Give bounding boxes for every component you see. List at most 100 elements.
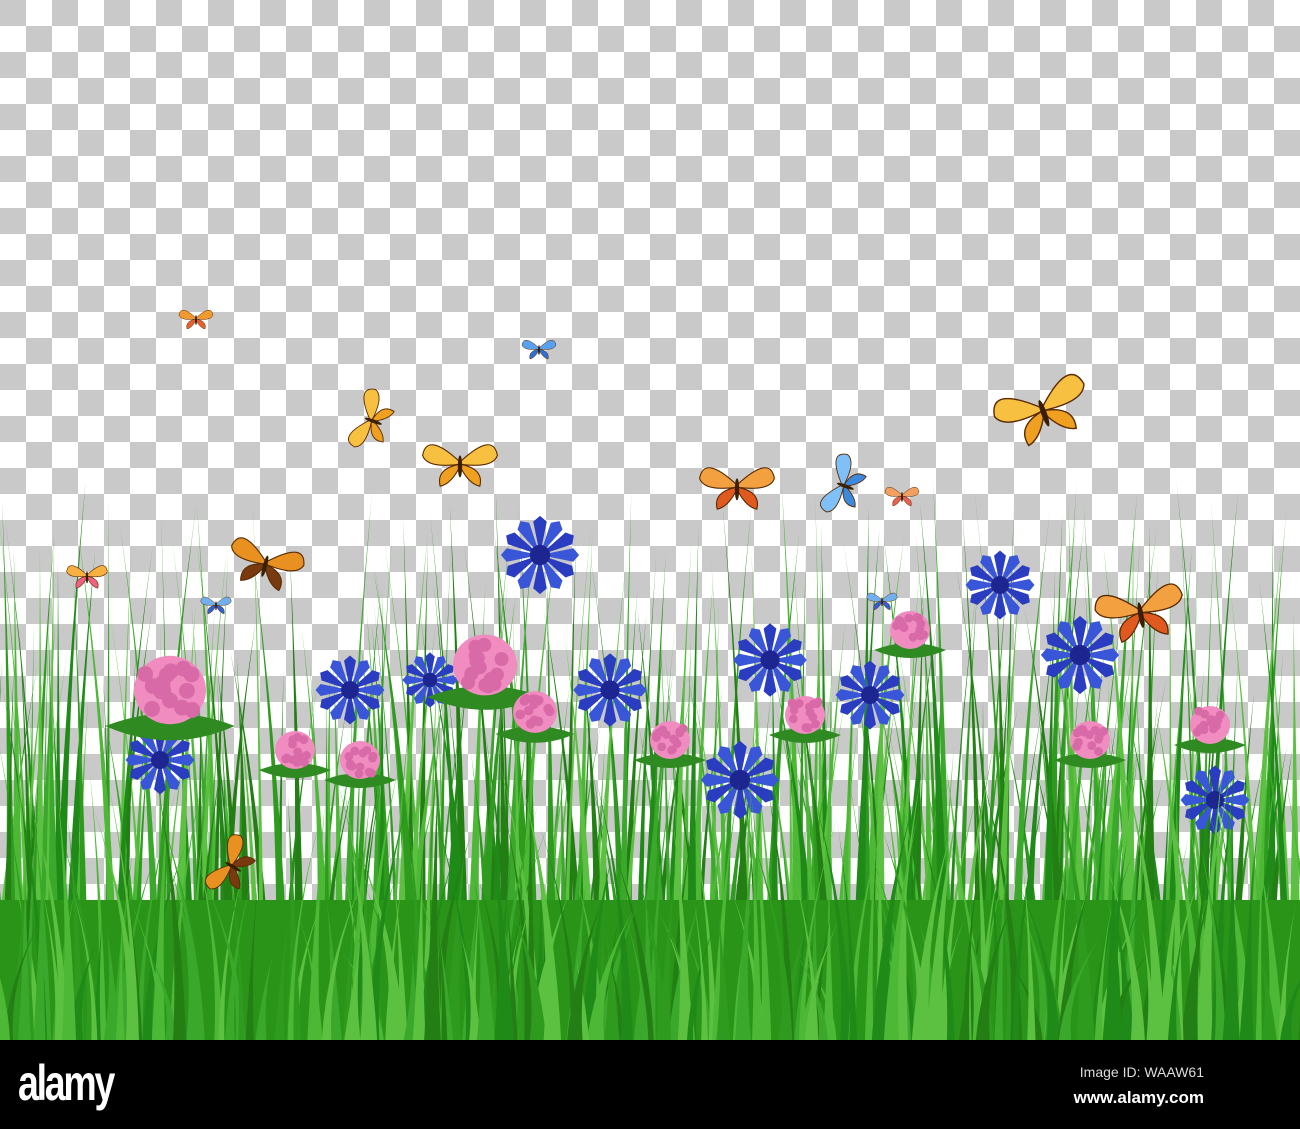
butterfly-wing	[459, 463, 482, 487]
clover-floret	[892, 621, 901, 631]
clover	[769, 696, 841, 743]
clover-floret	[669, 734, 678, 744]
butterfly-wing	[538, 348, 549, 360]
butterfly-wing	[215, 596, 232, 606]
cornflower	[733, 623, 807, 697]
clover-floret	[788, 714, 798, 724]
butterfly	[200, 596, 232, 615]
clover-floret	[543, 703, 554, 714]
clover-floret	[288, 735, 298, 745]
cornflower	[835, 660, 905, 730]
butterfly	[422, 444, 498, 487]
clover-floret	[487, 676, 502, 692]
clover-floret	[1194, 706, 1204, 716]
cornflower-center	[991, 576, 1009, 594]
butterfly	[884, 487, 920, 507]
butterfly-wing	[86, 575, 99, 589]
clover-floret	[1090, 725, 1100, 735]
butterfly-wing	[66, 565, 88, 578]
clover-floret	[362, 745, 372, 755]
butterfly-wing	[207, 604, 217, 615]
butterfly-wing	[438, 463, 461, 487]
clover-floret	[364, 767, 374, 777]
clover-floret	[915, 625, 925, 635]
butterfly-wing	[195, 310, 214, 320]
clover-floret	[809, 699, 819, 709]
clover-floret	[912, 613, 922, 622]
clover-floret	[144, 700, 160, 717]
clover-floret	[350, 746, 360, 756]
butterfly-wing	[521, 340, 540, 350]
website-link[interactable]: www.alamy.com	[1074, 1088, 1204, 1108]
butterfly-wing	[1139, 583, 1183, 614]
clover-floret	[158, 667, 175, 684]
butterfly-body	[881, 597, 883, 607]
cornflower-center	[529, 544, 551, 566]
clover-floret	[1094, 747, 1103, 756]
butterfly-body	[457, 455, 463, 478]
cornflower-center	[341, 681, 359, 699]
butterfly-wing	[892, 495, 903, 507]
clover-floret	[515, 709, 526, 720]
transparent-checkerboard-background	[0, 0, 1300, 1040]
clover-floret	[345, 761, 355, 770]
butterfly-wing	[178, 310, 197, 320]
butterfly-wing	[866, 592, 883, 602]
clover	[874, 611, 946, 658]
butterfly	[993, 373, 1085, 447]
butterfly-wing	[873, 600, 883, 611]
butterfly-wing	[422, 444, 461, 466]
clover	[259, 731, 331, 778]
cornflower-center	[729, 769, 751, 791]
clover-floret	[179, 682, 195, 699]
clover-floret	[354, 769, 364, 779]
clover-floret	[652, 733, 661, 742]
butterfly-wing	[736, 486, 759, 510]
butterfly-wing	[231, 537, 267, 565]
cornflower-center	[1069, 644, 1091, 666]
clover-floret	[1099, 726, 1109, 736]
clover-floret	[678, 724, 688, 733]
clover-floret	[668, 745, 677, 755]
butterfly	[820, 453, 867, 513]
butterfly-body	[538, 345, 540, 355]
alamy-logo[interactable]: alamy	[18, 1054, 115, 1112]
butterfly-body	[734, 478, 740, 501]
clover-floret	[1207, 718, 1217, 727]
butterfly-wing	[715, 486, 738, 510]
clover-floret	[1087, 741, 1097, 751]
butterfly-wing	[200, 596, 217, 606]
butterfly-wing	[884, 487, 903, 497]
cornflower-center	[151, 751, 169, 769]
clover-floret	[494, 652, 509, 667]
cornflower	[965, 550, 1035, 620]
butterfly-wing	[881, 592, 898, 602]
clover-floret	[299, 756, 309, 766]
meadow-illustration	[0, 310, 1300, 1040]
butterfly	[348, 388, 395, 448]
clover-floret	[174, 699, 190, 716]
butterfly	[521, 340, 557, 360]
clover-floret	[468, 639, 483, 654]
butterfly-wing	[195, 318, 206, 330]
clover-floret	[175, 660, 192, 677]
clover-floret	[1072, 742, 1082, 751]
butterfly	[178, 310, 214, 330]
clover-floret	[523, 705, 534, 716]
clover-floret	[527, 694, 538, 704]
clover-floret	[657, 742, 667, 752]
butterfly-wing	[901, 487, 920, 497]
cornflower-center	[600, 680, 620, 700]
butterfly-body	[215, 601, 217, 611]
clover-floret	[805, 708, 815, 718]
cornflower-center	[760, 650, 780, 670]
butterfly-wing	[699, 467, 738, 489]
butterfly-body	[85, 571, 89, 584]
clover-floret	[908, 632, 918, 642]
clover-floret	[525, 719, 536, 729]
butterfly-body	[901, 492, 903, 502]
butterfly	[866, 592, 898, 611]
clover-floret	[137, 666, 154, 682]
image-id: Image ID: WAAW61	[1079, 1064, 1204, 1080]
butterfly-wing	[186, 318, 197, 330]
